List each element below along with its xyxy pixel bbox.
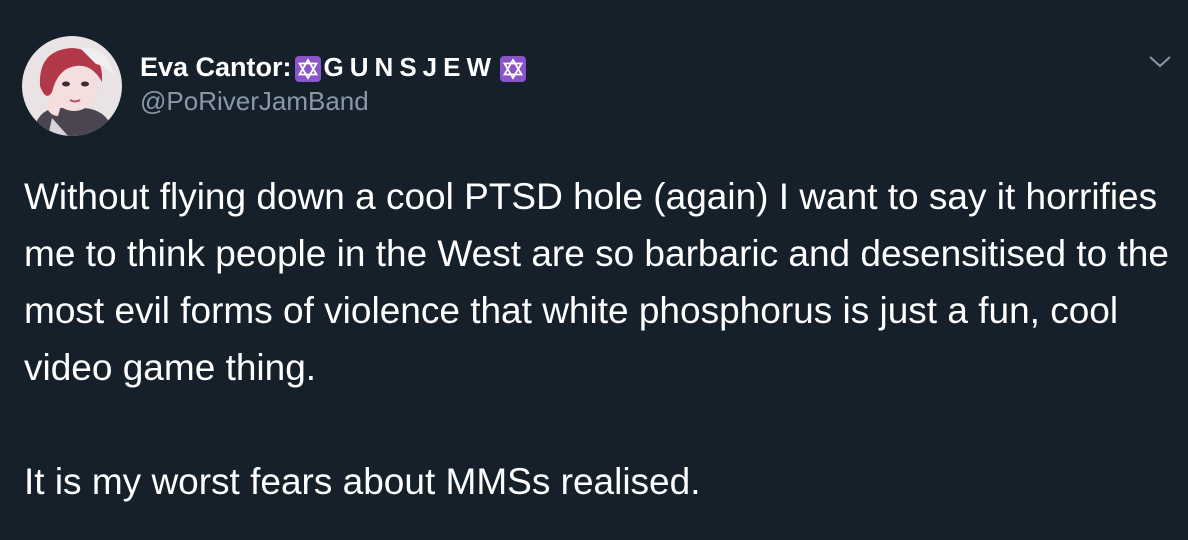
tweet-text: Without flying down a cool PTSD hole (ag… [24,168,1179,510]
author-display-name[interactable]: Eva Cantor: [140,52,292,83]
portrait-avatar-image [22,36,122,136]
chevron-down-icon[interactable] [1148,52,1172,72]
author-name-suffix: GUNSJEW [323,52,498,82]
tweet-paragraph: It is my worst fears about MMSs realised… [24,461,701,502]
star-of-david-icon [294,55,321,82]
tweet-paragraph: Without flying down a cool PTSD hole (ag… [24,176,1169,388]
star-of-david-icon [500,55,527,82]
tweet-card: Eva Cantor: GUNSJEW @PoRiverJamBand With… [0,0,1188,540]
avatar[interactable] [22,36,122,136]
author-name-row: Eva Cantor: GUNSJEW [140,52,529,83]
author-handle[interactable]: @PoRiverJamBand [140,86,369,117]
